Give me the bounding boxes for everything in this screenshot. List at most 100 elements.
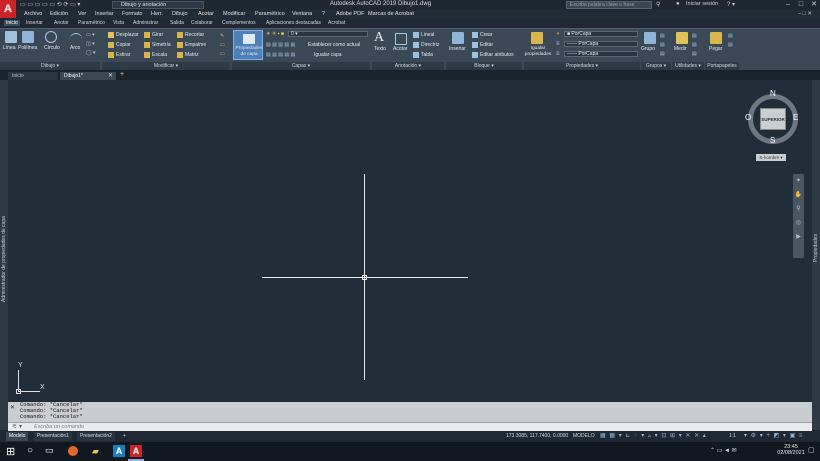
sign-in-button[interactable]: Iniciar sesión bbox=[686, 1, 718, 7]
circle-button[interactable]: Círculo bbox=[44, 45, 60, 51]
menu-archivo[interactable]: Archivo bbox=[24, 11, 42, 17]
trim-button[interactable]: Recortar bbox=[185, 32, 204, 38]
menu-formato[interactable]: Formato bbox=[122, 11, 142, 17]
group-button[interactable]: Grupo bbox=[641, 46, 655, 52]
measure-button[interactable]: Medir bbox=[674, 46, 687, 52]
navigation-bar[interactable]: ✦ ✋ ⚲ ◎ ▶ bbox=[793, 174, 804, 258]
layer-state-icons[interactable]: ☀ ☀ ▪ ■ bbox=[266, 31, 284, 37]
make-current-button[interactable]: Establecer como actual bbox=[308, 42, 360, 48]
tab-administrar[interactable]: Administrar bbox=[133, 20, 158, 26]
linear-button[interactable]: Lineal bbox=[421, 32, 434, 38]
rotate-button[interactable]: Girar bbox=[152, 32, 163, 38]
tray-icons[interactable]: ⌃ ▭ ◄ ✉ bbox=[710, 447, 737, 454]
fillet-icon[interactable] bbox=[177, 42, 183, 48]
viewcube-face[interactable]: SUPERIOR bbox=[760, 108, 786, 130]
clipboard-tools[interactable]: ▤ ▤ bbox=[728, 32, 733, 50]
edit-attributes-button[interactable]: Editar atributos bbox=[480, 52, 514, 58]
menu-ver[interactable]: Ver bbox=[78, 11, 86, 17]
layer-tools-row1[interactable]: ▤ ▤ ▤ ▤ ▤ bbox=[266, 42, 295, 48]
fillet-button[interactable]: Empalme bbox=[185, 42, 206, 48]
linetype-dropdown[interactable]: —— PorCapa bbox=[564, 41, 638, 47]
layout-tab-modelo[interactable]: Modelo bbox=[6, 432, 29, 441]
polyline-button[interactable]: Polilínea bbox=[18, 45, 37, 51]
tab-complementos[interactable]: Complementos bbox=[222, 20, 256, 26]
layer-tools-row2[interactable]: ▤ ▤ ▤ ▤ ▤ bbox=[266, 52, 295, 58]
color-dropdown[interactable]: ■ PorCapa bbox=[564, 31, 638, 37]
tab-colaborar[interactable]: Colaborar bbox=[191, 20, 213, 26]
copy-button[interactable]: Copiar bbox=[116, 42, 131, 48]
text-icon[interactable]: A bbox=[374, 30, 384, 46]
annotation-panel-label[interactable]: Anotación ▾ bbox=[372, 62, 444, 70]
layout-tab-presentacion2[interactable]: Presentación2 bbox=[77, 432, 115, 441]
clipboard-panel-label[interactable]: Portapapeles bbox=[705, 62, 739, 70]
firefox-icon[interactable] bbox=[68, 446, 78, 456]
autocad-taskbar-icon-1[interactable]: A bbox=[113, 445, 125, 457]
move-button[interactable]: Desplazar bbox=[116, 32, 139, 38]
array-button[interactable]: Matriz bbox=[185, 52, 199, 58]
status-toggles[interactable]: ▦ ▦ ▾ ⊾ ◌ ▾ ▵ ▾ ⊡ ⊞ ▾ ✕ ✕ ▴ bbox=[600, 432, 707, 439]
menu-acrobat-marks[interactable]: Marcas de Acrobat bbox=[368, 11, 414, 17]
match-properties-icon[interactable] bbox=[531, 32, 543, 44]
model-space-button[interactable]: MODELO bbox=[570, 432, 598, 441]
new-tab-icon[interactable]: + bbox=[120, 71, 124, 78]
search-input[interactable]: Escriba palabra clave o frase bbox=[566, 1, 652, 9]
layer-dropdown[interactable]: 0 ▾ bbox=[288, 31, 368, 37]
line-button[interactable]: Línea bbox=[3, 45, 16, 51]
viewcube-north[interactable]: N bbox=[770, 89, 776, 98]
windows-start-icon[interactable]: ⊞ bbox=[6, 445, 15, 458]
menu-herr[interactable]: Herr. bbox=[151, 11, 163, 17]
modify-panel-label[interactable]: Modificar ▾ bbox=[102, 62, 230, 70]
table-button[interactable]: Tabla bbox=[421, 52, 433, 58]
viewcube-west[interactable]: O bbox=[745, 113, 751, 122]
search-icon[interactable]: ⚲ bbox=[656, 1, 660, 8]
menu-dibujo[interactable]: Dibujo bbox=[172, 11, 188, 17]
block-panel-label[interactable]: Bloque ▾ bbox=[446, 62, 522, 70]
properties-panel-label[interactable]: Propiedades ▾ bbox=[524, 62, 640, 70]
tab-vista[interactable]: Vista bbox=[113, 20, 124, 26]
groups-panel-label[interactable]: Grupos ▾ bbox=[641, 62, 671, 70]
menu-acotar[interactable]: Acotar bbox=[198, 11, 214, 17]
paste-button[interactable]: Pegar bbox=[709, 46, 722, 52]
tab-insertar[interactable]: Insertar bbox=[26, 20, 43, 26]
line-icon[interactable] bbox=[5, 31, 17, 43]
menu-parametrico[interactable]: Paramétrico bbox=[255, 11, 285, 17]
menu-edicion[interactable]: Edición bbox=[50, 11, 68, 17]
menu-help[interactable]: ? bbox=[322, 11, 325, 17]
text-button[interactable]: Texto bbox=[374, 46, 386, 52]
menu-ventana[interactable]: Ventana bbox=[292, 11, 312, 17]
create-block-icon[interactable] bbox=[472, 32, 478, 38]
tab-parametrico[interactable]: Paramétrico bbox=[78, 20, 105, 26]
notification-icon[interactable]: ▢ bbox=[808, 446, 815, 454]
drawing-canvas[interactable]: Y X SUPERIOR N S E O S-hombre ▾ ✦ ✋ ⚲ ◎ ▶ bbox=[8, 80, 812, 402]
tab-aplicaciones-destacadas[interactable]: Aplicaciones destacadas bbox=[266, 20, 321, 26]
tab-acrobat[interactable]: Acrobat bbox=[328, 20, 345, 26]
mirror-button[interactable]: Simetría bbox=[152, 42, 171, 48]
leader-icon[interactable] bbox=[413, 42, 419, 48]
quick-access-toolbar[interactable]: ▭ ▭ ▭ ▭ ▭ ⟲ ⟳ ▭ ▾ bbox=[20, 1, 80, 9]
scale-button[interactable]: Escala bbox=[152, 52, 167, 58]
leader-button[interactable]: Directriz bbox=[421, 42, 439, 48]
edit-block-icon[interactable] bbox=[472, 42, 478, 48]
draw-panel-label[interactable]: Dibujo ▾ bbox=[0, 62, 100, 70]
tab-anotar[interactable]: Anotar bbox=[54, 20, 69, 26]
layers-panel-label[interactable]: Capas ▾ bbox=[232, 62, 370, 70]
move-icon[interactable] bbox=[108, 32, 114, 38]
annotation-scale[interactable]: 1:1 bbox=[726, 432, 739, 441]
doc-tab-inicio[interactable]: Inicio bbox=[8, 72, 58, 80]
viewcube-south[interactable]: S bbox=[770, 136, 775, 145]
stretch-button[interactable]: Estirar bbox=[116, 52, 130, 58]
maximize-icon[interactable]: □ bbox=[795, 0, 807, 10]
trim-icon[interactable] bbox=[177, 32, 183, 38]
edit-block-button[interactable]: Editar bbox=[480, 42, 493, 48]
autocad-logo-icon[interactable]: A bbox=[0, 0, 16, 18]
copy-icon[interactable] bbox=[108, 42, 114, 48]
edit-attributes-icon[interactable] bbox=[472, 52, 478, 58]
search-taskbar-icon[interactable]: ○ bbox=[27, 445, 33, 456]
layout-tab-presentacion1[interactable]: Presentación1 bbox=[34, 432, 72, 441]
user-icon[interactable]: ● bbox=[676, 1, 680, 7]
autocad-taskbar-icon-2[interactable]: A bbox=[130, 445, 142, 457]
linear-icon[interactable] bbox=[413, 32, 419, 38]
minimize-icon[interactable]: – bbox=[782, 0, 794, 10]
dimension-icon[interactable] bbox=[395, 33, 407, 45]
workspace-dropdown[interactable]: Dibujo y anotación bbox=[112, 1, 204, 9]
